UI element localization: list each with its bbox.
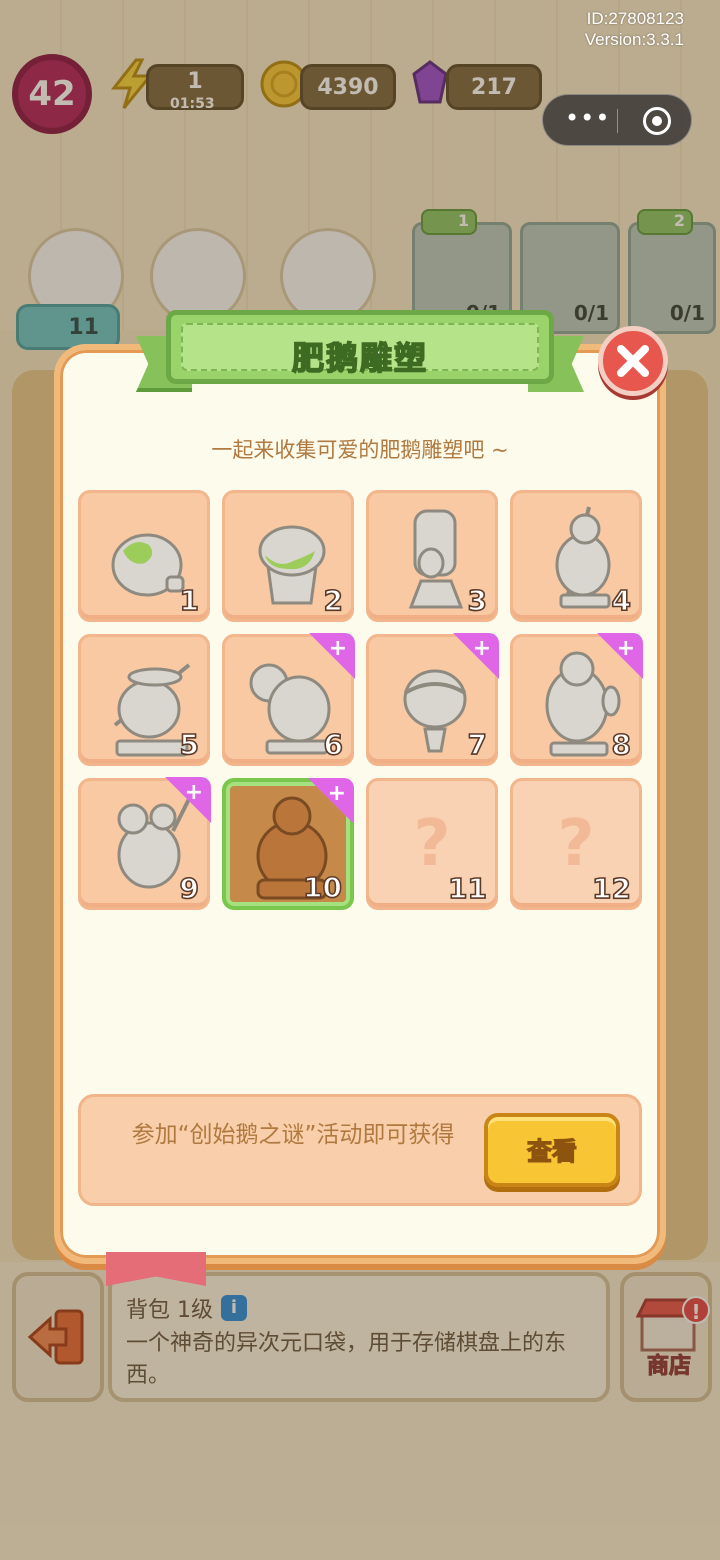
sculpture-slot-11[interactable]: ? 11 bbox=[366, 778, 498, 910]
sculpture-number: 2 bbox=[323, 583, 344, 618]
sculpture-number: 1 bbox=[179, 583, 200, 618]
question-mark-icon: ? bbox=[557, 807, 595, 881]
plus-icon: + bbox=[328, 636, 347, 661]
sculpture-number: 12 bbox=[591, 871, 632, 906]
sculpture-number: 9 bbox=[179, 871, 200, 906]
app-id: ID:27808123 bbox=[586, 9, 684, 28]
ribbon-banner: 肥鹅雕塑 bbox=[166, 310, 554, 384]
sculpture-number: 8 bbox=[611, 727, 632, 762]
sculpture-number: 4 bbox=[611, 583, 632, 618]
sculpture-slot-8[interactable]: +8 bbox=[510, 633, 643, 766]
sculpture-number: 5 bbox=[179, 727, 200, 762]
app-version: Version:3.3.1 bbox=[584, 30, 684, 49]
close-button[interactable] bbox=[598, 326, 668, 396]
sculpture-grid: 1 2 3 4 5 +6 +7 +8 +9 +10? 11? 12 bbox=[78, 490, 643, 914]
sculpture-slot-5[interactable]: 5 bbox=[78, 634, 210, 766]
capsule-divider bbox=[617, 109, 618, 133]
sculpture-number: 3 bbox=[467, 583, 488, 618]
dialog-title: 肥鹅雕塑 bbox=[291, 338, 428, 378]
sculpture-slot-9[interactable]: +9 bbox=[78, 777, 211, 910]
plus-icon: + bbox=[616, 636, 635, 661]
dialog-title-ribbon: 肥鹅雕塑 bbox=[136, 310, 584, 394]
sculpture-number: 7 bbox=[467, 727, 488, 762]
plus-icon: + bbox=[472, 636, 491, 661]
app-build-info: ID:27808123 Version:3.3.1 bbox=[585, 8, 684, 50]
sculpture-number: 6 bbox=[323, 727, 344, 762]
sculpture-slot-1[interactable]: 1 bbox=[78, 490, 210, 622]
sculpture-number: 10 bbox=[302, 870, 343, 905]
view-button[interactable]: 查看 bbox=[484, 1113, 620, 1187]
miniprogram-capsule: ••• bbox=[542, 94, 692, 146]
plus-icon: + bbox=[327, 781, 346, 806]
dialog-subtitle: 一起来收集可爱的肥鹅雕塑吧 ~ bbox=[211, 438, 509, 462]
sculpture-slot-6[interactable]: +6 bbox=[222, 633, 355, 766]
sculpture-slot-2[interactable]: 2 bbox=[222, 490, 354, 622]
sculpture-slot-3[interactable]: 3 bbox=[366, 490, 498, 622]
more-menu-icon[interactable]: ••• bbox=[565, 105, 610, 131]
acquire-hint-text: 参加“创始鹅之谜”活动即可获得 bbox=[131, 1122, 455, 1148]
question-mark-icon: ? bbox=[413, 807, 451, 881]
plus-icon: + bbox=[184, 780, 203, 805]
sculpture-number: 11 bbox=[447, 871, 488, 906]
sculpture-slot-4[interactable]: 4 bbox=[510, 490, 642, 622]
close-icon bbox=[617, 345, 649, 377]
sculpture-slot-7[interactable]: +7 bbox=[366, 633, 499, 766]
sculpture-slot-10[interactable]: +10 bbox=[222, 778, 354, 910]
close-miniprogram-icon[interactable] bbox=[643, 107, 671, 135]
sculpture-slot-12[interactable]: ? 12 bbox=[510, 778, 642, 910]
